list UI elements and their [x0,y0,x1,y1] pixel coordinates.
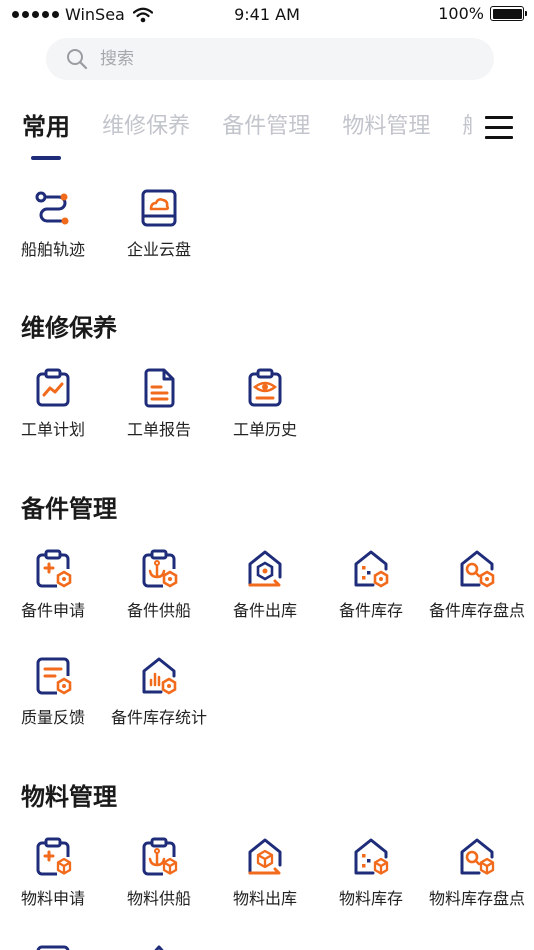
item-label: 工单报告 [126,420,191,439]
section-title-materials: 物料管理 [21,783,117,811]
grid-item-material-stock[interactable]: 物料库存 [318,837,424,909]
grid-item-work-report[interactable]: 工单报告 [106,368,212,440]
item-label: 备件库存 [338,601,403,620]
grid-item-spare-outbound[interactable]: 备件出库 [212,549,318,621]
grid-item-spare-stock[interactable]: 备件库存 [318,549,424,621]
item-label: 备件库存盘点 [428,601,525,620]
grid-item-spare-supply[interactable]: 备件供船 [106,549,212,621]
grid-item-material-outbound[interactable]: 物料出库 [212,837,318,909]
history-eye-icon [248,368,282,407]
category-tabs: 常用 维修保养 备件管理 物料管理 航 [22,110,472,150]
item-label: 物料出库 [232,889,297,908]
grid-item-spare-statistics[interactable]: 备件库存统计 [106,656,212,728]
material-outbound-icon [248,838,282,875]
report-doc-icon [144,368,175,408]
grid-item-work-plan[interactable]: 工单计划 [0,368,106,440]
search-input[interactable] [100,49,400,69]
item-label: 船舶轨迹 [20,240,85,259]
material-apply-icon [36,837,72,876]
spare-count-icon [460,550,495,588]
grid-item-work-history[interactable]: 工单历史 [212,368,318,440]
item-label: 备件供船 [126,601,191,620]
grid-item-material-count[interactable]: 物料库存盘点 [424,837,530,909]
grid-item-spare-count[interactable]: 备件库存盘点 [424,549,530,621]
grid-item-material-supply[interactable]: 物料供船 [106,837,212,909]
route-icon [35,191,69,225]
item-label: 备件申请 [20,601,85,620]
tab-spares[interactable]: 备件管理 [222,110,310,144]
tab-navigation[interactable]: 航 [462,110,472,144]
item-label: 备件库存统计 [110,708,207,727]
plan-chart-icon [36,368,70,407]
spare-apply-icon [36,549,72,588]
active-tab-indicator [31,156,61,160]
grid-item-cloud-drive[interactable]: 企业云盘 [106,188,212,260]
menu-icon[interactable] [485,116,513,140]
grid-item-spare-apply[interactable]: 备件申请 [0,549,106,621]
quality-feedback-icon [36,657,72,695]
item-label: 质量反馈 [20,708,85,727]
battery-percent: 100% [438,4,484,23]
tab-materials[interactable]: 物料管理 [342,110,430,144]
search-bar[interactable] [46,38,494,80]
item-label: 备件出库 [232,601,297,620]
material-supply-icon [142,837,178,876]
cloud-drive-icon [141,189,177,227]
grid-item-partial-2[interactable] [106,944,212,950]
section-title-spares: 备件管理 [21,495,117,523]
grid-item-quality-feedback[interactable]: 质量反馈 [0,656,106,728]
warehouse-icon [154,945,164,950]
spare-stock-icon [354,550,389,588]
section-title-maintenance: 维修保养 [21,314,117,342]
item-label: 企业云盘 [126,240,191,259]
search-icon [67,49,88,70]
spare-outbound-icon [248,550,282,587]
item-label: 物料供船 [126,889,191,908]
item-label: 工单计划 [20,420,85,439]
tab-common[interactable]: 常用 [22,110,70,144]
material-stock-icon [354,838,389,875]
item-label: 工单历史 [232,420,297,439]
tab-maintenance[interactable]: 维修保养 [102,110,190,144]
material-count-icon [460,838,495,875]
clipboard-icon [36,945,70,950]
item-label: 物料申请 [20,889,85,908]
grid-item-partial-1[interactable] [0,944,106,950]
item-label: 物料库存盘点 [428,889,525,908]
grid-item-route[interactable]: 船舶轨迹 [0,188,106,260]
spare-supply-icon [142,549,178,588]
grid-item-material-apply[interactable]: 物料申请 [0,837,106,909]
item-label: 物料库存 [338,889,403,908]
status-right: 100% [438,4,527,23]
battery-icon [490,6,527,21]
spare-statistics-icon [142,657,177,695]
category-tabbar: 常用 维修保养 备件管理 物料管理 航 [0,98,534,166]
status-bar: WinSea 9:41 AM 100% [0,0,534,30]
